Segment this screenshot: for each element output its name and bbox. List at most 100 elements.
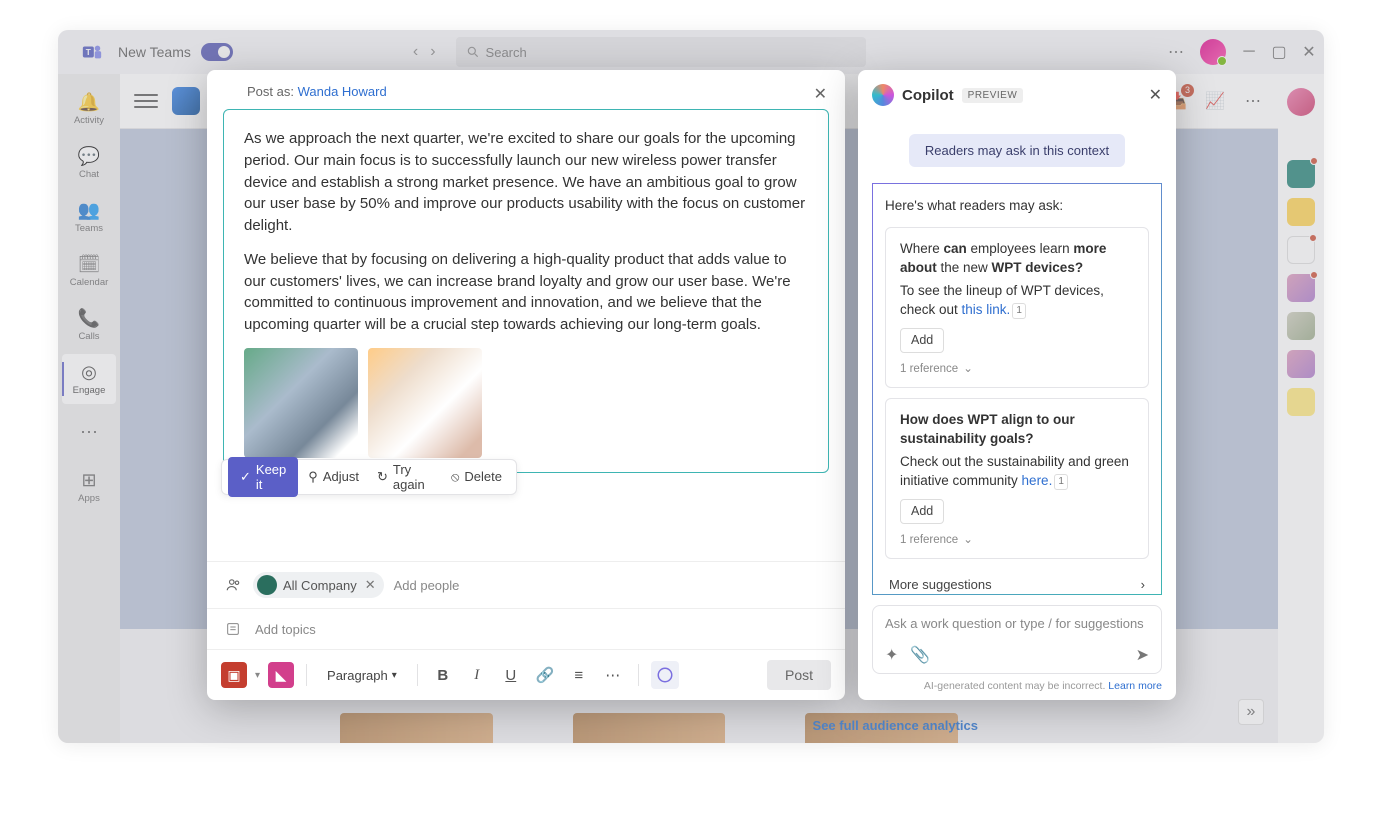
nav-back-icon[interactable]: ‹ bbox=[413, 43, 418, 61]
keep-it-button[interactable]: ✓Keep it bbox=[228, 457, 298, 497]
rr-chip-6[interactable] bbox=[1287, 350, 1315, 378]
people-icon bbox=[225, 576, 243, 594]
compose-para-1: As we approach the next quarter, we're e… bbox=[244, 128, 808, 237]
left-rail: 🔔Activity 💬Chat 👥Teams 🗓Calendar 📞Calls … bbox=[58, 74, 120, 743]
add-people-input[interactable]: Add people bbox=[394, 578, 460, 593]
rail-teams[interactable]: 👥Teams bbox=[62, 192, 116, 242]
attachment-image-1[interactable] bbox=[244, 348, 358, 458]
praise-icon[interactable]: ◣ bbox=[268, 662, 294, 688]
close-window-icon[interactable]: ✕ bbox=[1302, 45, 1316, 59]
nav-arrows: ‹ › bbox=[413, 43, 436, 61]
right-rail bbox=[1278, 74, 1324, 743]
rail-calendar[interactable]: 🗓Calendar bbox=[62, 246, 116, 296]
more-suggestions-button[interactable]: More suggestions › bbox=[885, 569, 1149, 594]
compose-para-2: We believe that by focusing on deliverin… bbox=[244, 249, 808, 336]
link-button[interactable]: 🔗 bbox=[532, 662, 558, 688]
suggestion-link-1[interactable]: this link. bbox=[962, 302, 1011, 317]
hamburger-icon[interactable] bbox=[134, 89, 158, 113]
titlebar: T New Teams ‹ › Search ⋯ ─ ▢ ✕ bbox=[58, 30, 1324, 74]
italic-button[interactable]: I bbox=[464, 662, 490, 688]
try-again-button[interactable]: ↻Try again bbox=[369, 457, 441, 497]
suggestions-box: Here's what readers may ask: Where can e… bbox=[872, 183, 1162, 595]
maximize-icon[interactable]: ▢ bbox=[1272, 45, 1286, 59]
list-button[interactable]: ≡ bbox=[566, 662, 592, 688]
teams-app-icon: T bbox=[78, 38, 106, 66]
rail-chat[interactable]: 💬Chat bbox=[62, 138, 116, 188]
post-button[interactable]: Post bbox=[767, 660, 831, 690]
topic-icon bbox=[225, 621, 241, 637]
rr-chip-1[interactable] bbox=[1287, 160, 1315, 188]
compose-modal: ✕ Post as: Wanda Howard As we approach t… bbox=[207, 70, 845, 700]
user-avatar[interactable] bbox=[1200, 39, 1226, 65]
copilot-input[interactable]: Ask a work question or type / for sugges… bbox=[872, 605, 1162, 674]
add-suggestion-2-button[interactable]: Add bbox=[900, 499, 944, 525]
copilot-input-placeholder: Ask a work question or type / for sugges… bbox=[885, 616, 1149, 631]
rr-avatar[interactable] bbox=[1287, 88, 1315, 116]
suggestion-card-2: How does WPT align to our sustainability… bbox=[885, 398, 1149, 559]
remove-community-icon[interactable]: ✕ bbox=[365, 577, 376, 593]
copilot-panel: Copilot PREVIEW ✕ Readers may ask in thi… bbox=[858, 70, 1176, 700]
post-as-row: Post as: Wanda Howard bbox=[207, 70, 845, 105]
analytics-icon[interactable]: 📈 bbox=[1204, 90, 1226, 112]
suggestions-intro: Here's what readers may ask: bbox=[885, 198, 1149, 213]
underline-button[interactable]: U bbox=[498, 662, 524, 688]
audience-row: All Company ✕ Add people bbox=[207, 562, 845, 609]
attach-icon[interactable]: 📎 bbox=[910, 645, 930, 665]
reference-toggle-2[interactable]: 1 reference⌄ bbox=[900, 532, 1134, 548]
rail-more[interactable]: ⋯ bbox=[62, 408, 116, 458]
learn-more-link[interactable]: Learn more bbox=[1108, 680, 1162, 692]
delete-button[interactable]: ⦸Delete bbox=[443, 464, 510, 490]
author-link[interactable]: Wanda Howard bbox=[298, 84, 387, 99]
new-teams-toggle[interactable] bbox=[201, 43, 233, 61]
see-analytics-link[interactable]: See full audience analytics bbox=[813, 718, 978, 733]
chevron-down-icon: ⌄ bbox=[963, 361, 973, 377]
topics-row[interactable]: Add topics bbox=[207, 609, 845, 650]
collapse-rightrail-icon[interactable]: » bbox=[1238, 699, 1264, 725]
copilot-title: Copilot bbox=[902, 87, 954, 104]
rr-chip-4[interactable] bbox=[1287, 274, 1315, 302]
rail-engage[interactable]: ◎Engage bbox=[62, 354, 116, 404]
rail-calls[interactable]: 📞Calls bbox=[62, 300, 116, 350]
rr-chip-5[interactable] bbox=[1287, 312, 1315, 340]
chevron-right-icon: › bbox=[1141, 577, 1145, 592]
rr-chip-7[interactable] bbox=[1287, 388, 1315, 416]
minimize-icon[interactable]: ─ bbox=[1242, 45, 1256, 59]
rail-activity[interactable]: 🔔Activity bbox=[62, 84, 116, 134]
bold-button[interactable]: B bbox=[430, 662, 456, 688]
copilot-logo-icon bbox=[872, 84, 894, 106]
announcement-type-icon[interactable]: ▣ bbox=[221, 662, 247, 688]
paragraph-dropdown[interactable]: Paragraph▾ bbox=[319, 664, 405, 687]
copilot-close-icon[interactable]: ✕ bbox=[1149, 85, 1162, 105]
ai-disclaimer: AI-generated content may be incorrect. L… bbox=[872, 680, 1162, 692]
nav-fwd-icon[interactable]: › bbox=[430, 43, 435, 61]
more-icon[interactable]: ⋯ bbox=[1168, 42, 1184, 62]
header-more-icon[interactable]: ⋯ bbox=[1242, 90, 1264, 112]
modal-close-icon[interactable]: ✕ bbox=[814, 84, 827, 104]
rr-chip-3[interactable] bbox=[1287, 236, 1315, 264]
retry-icon: ↻ bbox=[377, 469, 388, 485]
rr-chip-2[interactable] bbox=[1287, 198, 1315, 226]
send-icon[interactable]: ➤ bbox=[1136, 645, 1149, 665]
compose-textarea[interactable]: As we approach the next quarter, we're e… bbox=[223, 109, 829, 473]
context-chip: Readers may ask in this context bbox=[909, 134, 1125, 167]
reference-toggle-1[interactable]: 1 reference⌄ bbox=[900, 361, 1134, 377]
adjust-icon: ⚲ bbox=[308, 469, 318, 485]
suggestion-link-2[interactable]: here. bbox=[1022, 473, 1053, 488]
copilot-toolbar-icon[interactable] bbox=[651, 661, 679, 689]
engage-logo-icon bbox=[172, 87, 200, 115]
search-input[interactable]: Search bbox=[456, 37, 866, 67]
attachment-image-2[interactable] bbox=[368, 348, 482, 458]
app-name: New Teams bbox=[118, 44, 191, 60]
community-chip[interactable]: All Company ✕ bbox=[253, 572, 384, 598]
format-toolbar: ▣ ▾ ◣ Paragraph▾ B I U 🔗 ≡ ⋯ Post bbox=[207, 650, 845, 700]
search-icon bbox=[466, 45, 480, 59]
preview-badge: PREVIEW bbox=[962, 88, 1024, 103]
chevron-down-icon[interactable]: ▾ bbox=[255, 670, 260, 681]
rail-apps[interactable]: ⊞Apps bbox=[62, 462, 116, 512]
suggestion-card-1: Where can employees learn more about the… bbox=[885, 227, 1149, 388]
adjust-button[interactable]: ⚲Adjust bbox=[300, 464, 367, 490]
more-format-icon[interactable]: ⋯ bbox=[600, 662, 626, 688]
add-suggestion-1-button[interactable]: Add bbox=[900, 328, 944, 354]
community-icon bbox=[257, 575, 277, 595]
sparkle-icon[interactable]: ✦ bbox=[885, 645, 898, 665]
